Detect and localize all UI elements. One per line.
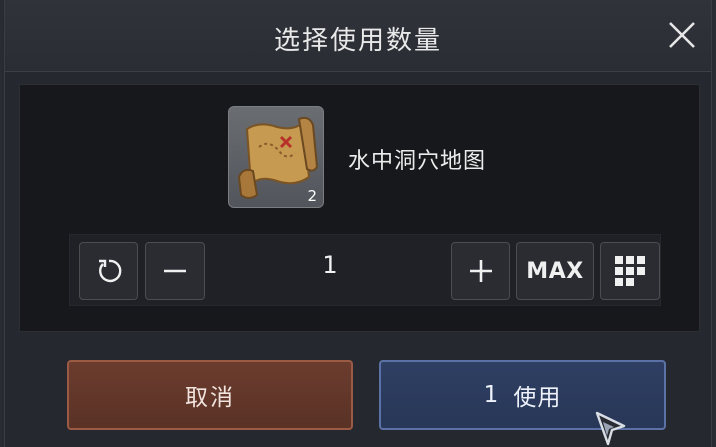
cancel-button[interactable]: 取消: [67, 360, 353, 430]
max-button[interactable]: MAX: [516, 242, 594, 300]
cancel-label: 取消: [185, 385, 235, 411]
increase-button[interactable]: [451, 242, 510, 300]
max-label: MAX: [526, 258, 584, 284]
dialog-title: 选择使用数量: [273, 26, 442, 56]
reset-button[interactable]: [79, 242, 138, 300]
quantity-stepper: 1 MAX: [69, 234, 661, 306]
item-slot: 2: [228, 106, 324, 208]
item-name: 水中洞穴地图: [348, 149, 487, 174]
dialog-header: 选择使用数量: [5, 0, 711, 72]
plus-icon: [469, 260, 492, 282]
keypad-button[interactable]: [600, 242, 660, 300]
close-button[interactable]: [665, 18, 699, 52]
use-count: 1: [483, 382, 500, 408]
dialog-content: 2 水中洞穴地图 1 MAX: [19, 84, 700, 332]
reset-icon: [98, 259, 121, 283]
keypad-icon: [615, 256, 645, 286]
quantity-dialog: 选择使用数量 2 水中洞穴地图 1 MAX 取消 1 使用: [4, 0, 712, 447]
minus-icon: [164, 269, 186, 273]
decrease-button[interactable]: [145, 242, 205, 300]
use-label: 使用: [513, 385, 562, 411]
pointer-cursor-icon: [595, 411, 626, 446]
close-icon: [669, 22, 695, 48]
quantity-value[interactable]: 1: [290, 251, 370, 279]
item-count: 2: [307, 187, 317, 205]
